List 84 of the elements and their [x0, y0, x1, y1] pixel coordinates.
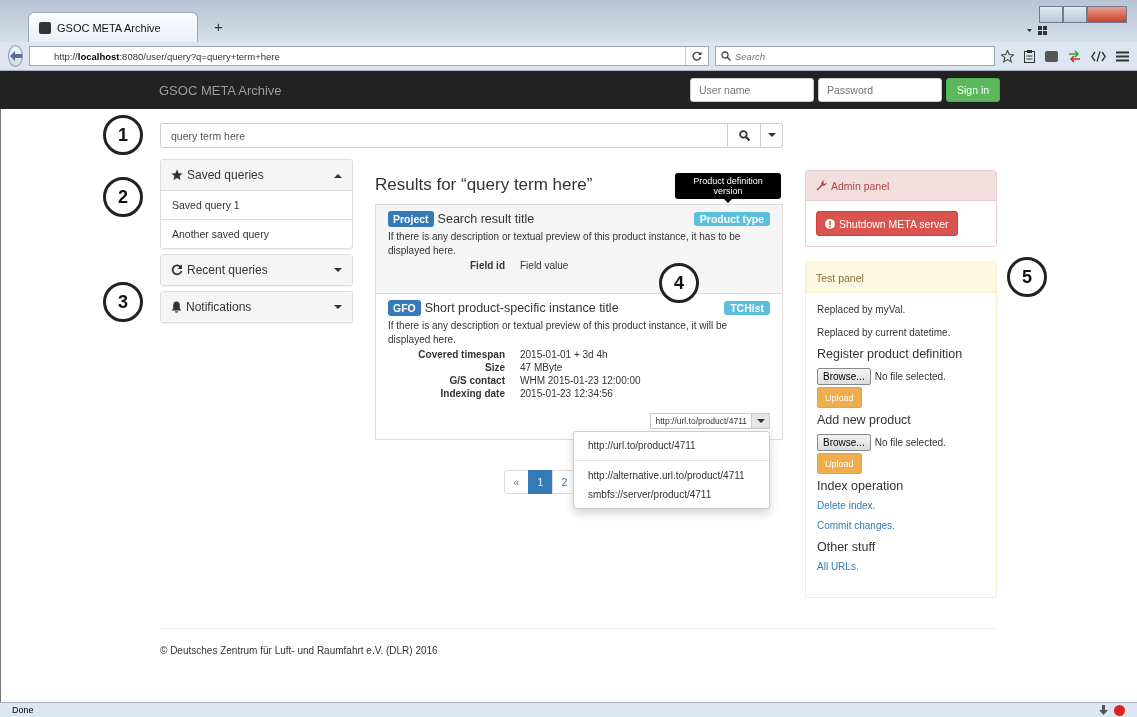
result-description: If there is any description or textual preview of this product instance, it will be displayed here. — [388, 319, 729, 346]
section-heading: Other stuff — [817, 540, 876, 554]
brand-title[interactable]: GSOC META Archive — [159, 82, 690, 98]
search-icon — [721, 51, 731, 61]
bell-icon — [171, 301, 182, 313]
reload-icon[interactable] — [692, 51, 702, 61]
section-heading: Register product definition — [817, 347, 963, 361]
page-link[interactable]: 1 — [528, 470, 553, 494]
info-text: Replaced by myVal. — [817, 304, 906, 315]
panel-header[interactable]: Recent queries — [161, 255, 352, 285]
menu-icon[interactable] — [1116, 50, 1129, 62]
url-dropdown-button[interactable] — [752, 413, 770, 429]
action-link[interactable]: Delete index. — [817, 500, 876, 511]
field-value: WHM 2015-01-23 12:00:00 — [520, 375, 642, 386]
menu-item[interactable]: smbfs://server/product/4711 — [574, 485, 769, 504]
refresh-icon — [171, 264, 183, 276]
file-status: No file selected. — [874, 371, 946, 382]
site-icon — [39, 21, 51, 34]
field-label: Indexing date — [439, 388, 505, 399]
field-label: Field id — [469, 260, 505, 271]
action-link[interactable]: Commit changes. — [817, 520, 895, 531]
field-label: G/S contact — [448, 375, 505, 386]
page-link[interactable]: « — [504, 470, 529, 494]
section-heading: Index operation — [817, 479, 904, 493]
field-value: 2015-01-23 12:34:56 — [520, 388, 614, 399]
wrench-icon — [816, 180, 827, 191]
code-icon[interactable] — [1091, 50, 1106, 62]
browser-search-box[interactable]: Search — [715, 46, 995, 66]
new-tab-button[interactable]: + — [210, 18, 227, 35]
arrows-icon[interactable] — [1068, 49, 1081, 63]
field-label: Covered timespan — [417, 349, 505, 360]
saved-query-item[interactable]: Saved query 1 — [161, 190, 352, 219]
result-title: Short product-specific instance title — [424, 301, 620, 315]
action-link[interactable]: All URLs. — [817, 561, 859, 572]
menu-item[interactable]: http://url.to/product/4711 — [574, 436, 769, 455]
type-label: Product type — [693, 212, 770, 226]
results-heading: Results for “query term here” — [375, 175, 593, 195]
category-label: GFO — [388, 300, 421, 316]
back-button[interactable] — [8, 45, 23, 67]
callout-number: 3 — [103, 282, 143, 322]
browse-button[interactable]: Browse... — [817, 434, 871, 451]
panel-header: Test panel — [806, 263, 996, 293]
field-value: 2015-01-01 + 3d 4h — [520, 349, 609, 360]
caret-icon — [756, 418, 765, 424]
category-label: Project — [388, 211, 434, 227]
browse-button[interactable]: Browse... — [817, 368, 871, 385]
search-button[interactable] — [728, 123, 761, 148]
field-value: Field value — [520, 260, 570, 271]
field-label: Size — [484, 362, 505, 373]
panel-header[interactable]: Saved queries — [161, 160, 352, 190]
search-icon — [738, 130, 750, 141]
browser-search-field[interactable]: Search — [735, 50, 975, 62]
query-field[interactable]: query term here — [160, 123, 728, 148]
type-label: TCHist — [724, 301, 770, 315]
url-field[interactable]: http://url.to/product/4711 — [650, 413, 752, 429]
result-description: If there is any description or textual preview of this product instance, it has to be displayed here. — [388, 230, 742, 257]
tab-list-icon[interactable] — [1027, 26, 1049, 36]
callout-number: 5 — [1007, 257, 1047, 297]
callout-number: 1 — [103, 115, 143, 155]
result-title: Search result title — [437, 212, 536, 226]
shutdown-button[interactable]: Shutdown META server — [816, 211, 958, 236]
file-status: No file selected. — [874, 437, 946, 448]
field-value: 47 MByte — [520, 362, 564, 373]
caret-icon — [767, 133, 776, 138]
info-text: Replaced by current datetime. — [817, 327, 951, 338]
panel-header: Admin panel — [806, 171, 996, 201]
saved-query-item[interactable]: Another saved query — [161, 219, 352, 248]
password-field[interactable]: Password — [818, 78, 942, 102]
menu-item[interactable]: http://alternative.url.to/product/4711 — [574, 466, 769, 485]
star-icon[interactable] — [1001, 49, 1014, 63]
window-controls[interactable] — [1039, 6, 1127, 23]
panel-header[interactable]: Notifications — [161, 292, 352, 322]
footer-text: © Deutsches Zentrum für Luft- und Raumfahrt e.V. (DLR) 2016 — [160, 645, 438, 656]
browser-tab[interactable]: GSOC META Archive — [28, 12, 198, 42]
alert-icon — [825, 218, 835, 229]
section-heading: Add new product — [817, 413, 911, 427]
dropdown-button[interactable] — [761, 123, 783, 148]
download-icon[interactable] — [1099, 705, 1108, 715]
callout-number: 2 — [103, 177, 143, 217]
username-field[interactable]: User name — [690, 78, 814, 102]
status-text: Done — [12, 705, 35, 715]
star-icon — [171, 169, 183, 181]
clipboard-icon[interactable] — [1024, 49, 1035, 63]
address-bar[interactable]: http://localhost:8080/user/query?q=query+term+here — [29, 46, 709, 66]
